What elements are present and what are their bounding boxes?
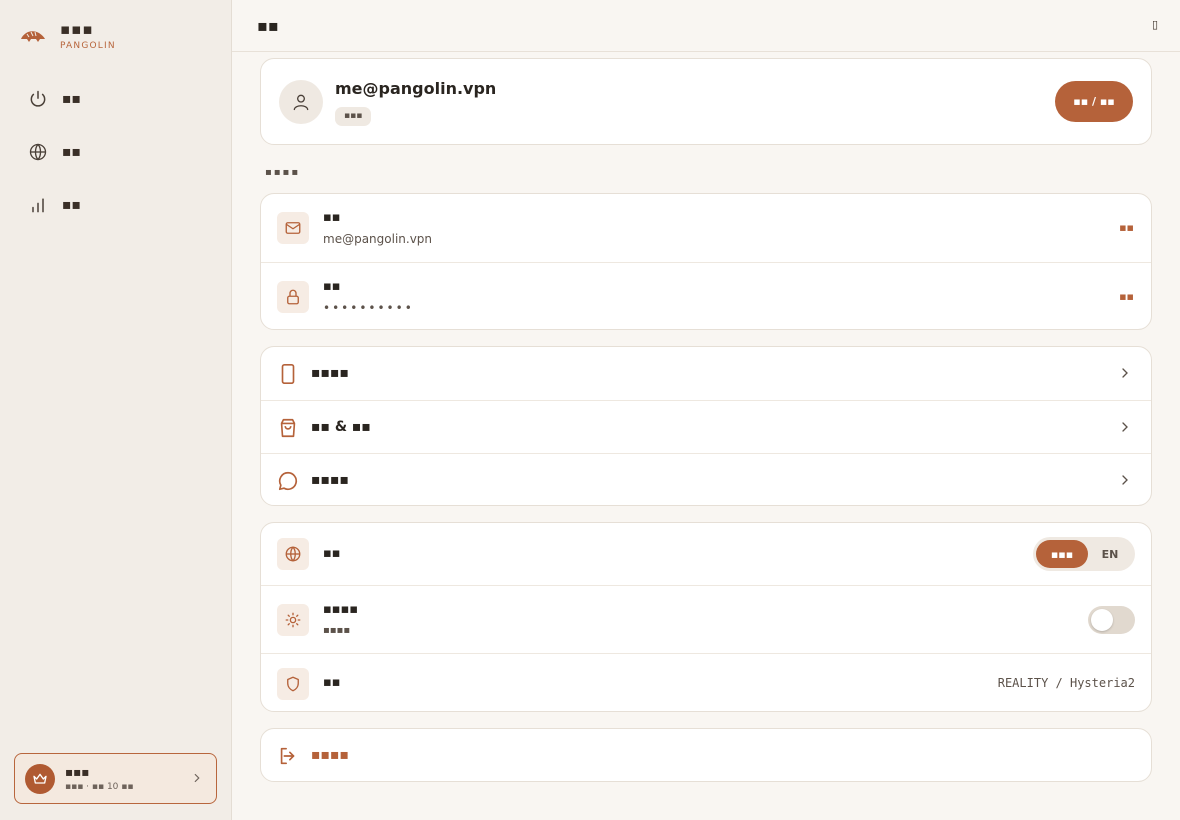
language-row: ▪▪ ▪▪▪ EN [261, 523, 1151, 585]
header: ▪▪ ▯ [232, 0, 1180, 52]
shopping-bag-icon [280, 418, 296, 438]
theme-row: ▪▪▪▪ ▪▪▪▪ [261, 585, 1151, 653]
language-title: ▪▪ [323, 546, 341, 561]
chevron-right-icon [1122, 422, 1128, 432]
user-icon [293, 94, 309, 111]
account-card: ▪▪ me@pangolin.vpn ▪▪ ▪▪ •••••••••• ▪▪ [260, 193, 1152, 330]
change-password-link[interactable]: ▪▪ [1119, 290, 1134, 303]
shield-icon [277, 668, 309, 700]
language-option-local[interactable]: ▪▪▪ [1036, 540, 1088, 568]
menu-item-label: ▪▪ & ▪▪ [311, 419, 371, 435]
password-title: ▪▪ [323, 279, 341, 294]
sun-icon [277, 604, 309, 636]
sidebar-item-servers[interactable]: ▪▪ [18, 133, 214, 170]
profile-email: me@pangolin.vpn [335, 79, 497, 98]
section-label: ▪▪▪▪ [265, 167, 301, 178]
logout-button[interactable]: ▪▪▪▪ [260, 728, 1152, 782]
email-value: me@pangolin.vpn [323, 232, 433, 246]
theme-toggle[interactable] [1088, 606, 1135, 634]
theme-title: ▪▪▪▪ [323, 602, 359, 617]
logout-label: ▪▪▪▪ [311, 747, 349, 763]
menu-item-orders[interactable]: ▪▪ & ▪▪ [261, 400, 1151, 453]
brand-subtitle: PANGOLIN [60, 41, 116, 51]
sidebar-item-label: ▪▪ [62, 143, 81, 160]
sidebar-item-label: ▪▪ [62, 90, 81, 107]
logout-icon [280, 747, 295, 765]
lock-icon [277, 281, 309, 313]
brand[interactable]: ▪▪▪ PANGOLIN [20, 20, 116, 51]
protocol-title: ▪▪ [323, 675, 341, 690]
sidebar-nav: ▪▪ ▪▪ ▪▪ [18, 80, 214, 239]
plan-card[interactable]: ▪▪▪ ▪▪▪ · ▪▪ 10 ▪▪ [14, 753, 217, 804]
email-title: ▪▪ [323, 210, 341, 225]
menu-item-label: ▪▪▪▪ [311, 365, 349, 381]
protocol-value: REALITY / Hysteria2 [997, 676, 1135, 690]
profile-action-button[interactable]: ▪▪ / ▪▪ [1055, 81, 1133, 122]
sidebar-item-label: ▪▪ [62, 196, 81, 213]
phone-icon [281, 364, 295, 384]
sidebar-item-connect[interactable]: ▪▪ [18, 80, 214, 117]
toggle-knob [1091, 609, 1113, 631]
power-icon [30, 90, 46, 107]
mail-icon [277, 212, 309, 244]
protocol-row: ▪▪ REALITY / Hysteria2 [261, 653, 1151, 712]
chevron-right-icon [1122, 368, 1128, 378]
crown-icon [25, 763, 55, 794]
menu-item-label: ▪▪▪▪ [311, 472, 349, 488]
pangolin-logo-icon [21, 30, 45, 42]
brand-name: ▪▪▪ [60, 20, 94, 38]
password-value: •••••••••• [323, 301, 414, 315]
menu-item-devices[interactable]: ▪▪▪▪ [261, 347, 1151, 400]
profile-card: me@pangolin.vpn ▪▪▪ ▪▪ / ▪▪ [260, 58, 1152, 145]
header-mark: ▯ [1151, 18, 1158, 31]
edit-email-link[interactable]: ▪▪ [1119, 221, 1134, 234]
preferences-card: ▪▪ ▪▪▪ EN ▪▪▪▪ ▪▪▪▪ ▪▪ REALITY / Hysteri… [260, 522, 1152, 712]
chat-icon [278, 471, 298, 491]
password-row: ▪▪ •••••••••• ▪▪ [261, 262, 1151, 330]
chevron-right-icon [194, 773, 200, 783]
chevron-right-icon [1122, 475, 1128, 485]
page-title: ▪▪ [257, 16, 279, 35]
language-switch: ▪▪▪ EN [1033, 537, 1135, 571]
menu-card: ▪▪▪▪ ▪▪ & ▪▪ ▪▪▪▪ [260, 346, 1152, 506]
plan-title: ▪▪▪ [65, 765, 90, 779]
language-option-en[interactable]: EN [1088, 540, 1132, 568]
sidebar: ▪▪▪ PANGOLIN ▪▪ ▪▪ ▪▪ ▪▪▪ ▪▪▪ · ▪▪ 10 ▪▪ [0, 0, 232, 820]
menu-item-support[interactable]: ▪▪▪▪ [261, 453, 1151, 506]
plan-subtitle: ▪▪▪ · ▪▪ 10 ▪▪ [65, 782, 134, 792]
theme-subtitle: ▪▪▪▪ [323, 625, 351, 636]
globe-icon [29, 143, 47, 160]
email-row: ▪▪ me@pangolin.vpn ▪▪ [261, 194, 1151, 262]
sidebar-item-stats[interactable]: ▪▪ [18, 186, 214, 223]
profile-badge: ▪▪▪ [335, 107, 372, 126]
globe-icon [277, 538, 309, 570]
avatar [279, 80, 323, 124]
bar-chart-icon [32, 197, 44, 212]
